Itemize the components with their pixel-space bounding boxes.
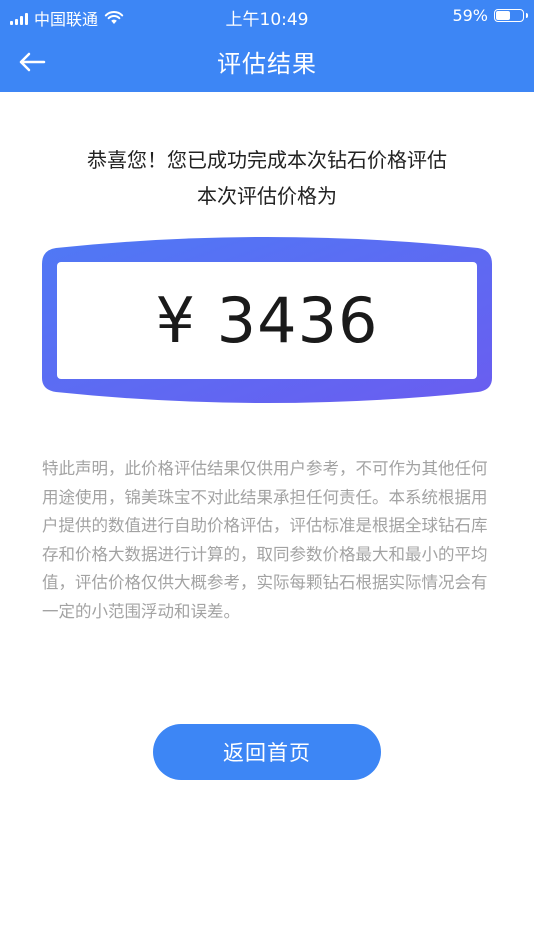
- header: 中国联通 上午10:49 59% 评估结果: [0, 0, 534, 92]
- battery-icon: [494, 9, 528, 22]
- return-home-button[interactable]: 返回首页: [153, 724, 381, 780]
- price-value: ¥ 3436: [155, 284, 379, 357]
- return-home-label: 返回首页: [223, 741, 311, 765]
- price-box: ¥ 3436: [57, 262, 477, 379]
- status-bar: 中国联通 上午10:49 59%: [0, 0, 534, 32]
- disclaimer-text: 特此声明，此价格评估结果仅供用户参考，不可作为其他任何用途使用，锦美珠宝不对此结…: [42, 459, 488, 621]
- congrats-message: 恭喜您！您已成功完成本次钻石价格评估: [87, 148, 447, 172]
- page-title: 评估结果: [217, 50, 317, 78]
- battery-fill: [496, 11, 510, 20]
- battery-percent: 59%: [452, 6, 488, 25]
- nav-bar: 评估结果: [0, 32, 534, 92]
- price-intro: 本次评估价格为: [197, 184, 337, 208]
- status-right: 59%: [452, 6, 528, 25]
